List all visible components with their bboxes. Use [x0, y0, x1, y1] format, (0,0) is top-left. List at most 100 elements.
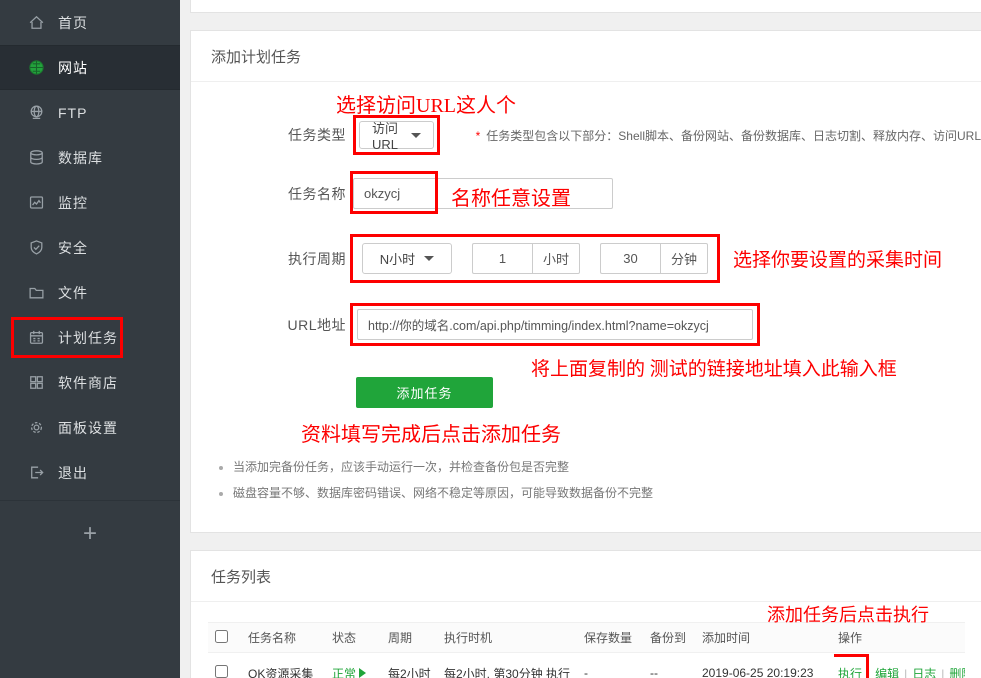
table-header-row: 任务名称 状态 周期 执行时机 保存数量 备份到 添加时间 操作	[208, 623, 965, 653]
task-table: 任务名称 状态 周期 执行时机 保存数量 备份到 添加时间 操作 OK资源采集 …	[208, 622, 965, 678]
task-type-select[interactable]: 访问URL	[359, 121, 434, 149]
tip-item: 磁盘容量不够、数据库密码错误、网络不稳定等原因，可能导致数据备份不完整	[233, 480, 981, 506]
gear-icon	[27, 419, 45, 437]
hour-addon: 小时	[532, 243, 580, 274]
sidebar-item-cron[interactable]: 计划任务	[0, 315, 180, 360]
appstore-icon	[27, 374, 45, 392]
annotation-box-url	[350, 303, 760, 346]
annotation-box-period: N小时 小时 分钟	[350, 234, 720, 283]
col-actions: 操作	[834, 623, 965, 653]
tip-item: 当添加完备份任务，应该手动运行一次，并检查备份包是否完整	[233, 454, 981, 480]
sidebar-divider	[0, 500, 180, 501]
added-time-cell: 2019-06-25 20:19:23	[698, 653, 834, 678]
keep-cell: -	[580, 653, 646, 678]
run-link[interactable]: 执行	[838, 667, 862, 678]
add-task-button[interactable]: 添加任务	[356, 377, 493, 408]
sidebar-item-database[interactable]: 数据库	[0, 135, 180, 180]
play-icon	[359, 668, 366, 678]
period-row: 执行周期 N小时 小时 分钟 选择你要设置的采集时间	[191, 234, 981, 283]
minute-addon: 分钟	[660, 243, 708, 274]
sidebar-item-label: 软件商店	[58, 373, 118, 393]
sidebar-item-home[interactable]: 首页	[0, 0, 180, 45]
delete-link[interactable]: 删除	[949, 667, 965, 678]
period-cell: 每2小时	[384, 653, 440, 678]
add-task-title: 添加计划任务	[191, 31, 981, 82]
annotation-box-type: 访问URL	[353, 115, 440, 155]
monitor-icon	[27, 194, 45, 212]
url-input[interactable]	[357, 309, 753, 340]
sidebar-item-label: FTP	[58, 105, 87, 121]
sidebar-item-label: 网站	[58, 58, 88, 78]
sidebar-item-label: 计划任务	[58, 328, 118, 348]
task-type-label: 任务类型	[191, 125, 346, 145]
task-name-cell: OK资源采集	[244, 653, 328, 678]
sidebar-item-settings[interactable]: 面板设置	[0, 405, 180, 450]
folder-icon	[27, 284, 45, 302]
sidebar-item-label: 文件	[58, 283, 88, 303]
task-name-input[interactable]	[353, 178, 613, 209]
sidebar-item-label: 数据库	[58, 148, 103, 168]
task-name-row: 任务名称 名称任意设置	[191, 178, 981, 209]
sidebar-item-website[interactable]: 网站	[0, 45, 180, 90]
task-list-card: 任务列表 添加任务后点击执行 任务名称 状态 周期 执行时机 保存数量 备份到 …	[190, 550, 981, 678]
logout-icon	[27, 464, 45, 482]
period-unit-select[interactable]: N小时	[362, 243, 452, 274]
url-label: URL地址	[191, 315, 346, 335]
row-checkbox[interactable]	[215, 665, 228, 678]
col-backup-to: 备份到	[646, 623, 698, 653]
col-name: 任务名称	[244, 623, 328, 653]
annotation-submit: 资料填写完成后点击添加任务	[301, 418, 981, 444]
sidebar-item-label: 面板设置	[58, 418, 118, 438]
period-hour-input[interactable]	[472, 243, 532, 274]
status-badge: 正常	[332, 665, 380, 678]
sidebar-item-monitor[interactable]: 监控	[0, 180, 180, 225]
annotation-url: 将上面复制的 测试的链接地址填入此输入框	[531, 354, 981, 376]
add-menu-button[interactable]: +	[0, 511, 180, 556]
sidebar-item-files[interactable]: 文件	[0, 270, 180, 315]
backup-to-cell: --	[646, 653, 698, 678]
submit-row: 添加任务	[191, 376, 981, 408]
url-row: URL地址	[191, 303, 981, 346]
table-row: OK资源采集 正常 每2小时 每2小时, 第30分钟 执行 - -- 2019-…	[208, 653, 965, 678]
task-list-title: 任务列表	[191, 551, 981, 602]
timing-cell: 每2小时, 第30分钟 执行	[440, 653, 580, 678]
ftp-icon	[27, 104, 45, 122]
col-timing: 执行时机	[440, 623, 580, 653]
main-content: 添加计划任务 选择访问URL这人个 任务类型 访问URL *任务类型包含以下部分…	[180, 0, 981, 678]
actions-cell: 执行 |编辑|日志|删除	[834, 653, 965, 678]
sidebar-item-label: 监控	[58, 193, 88, 213]
sidebar-item-ftp[interactable]: FTP	[0, 90, 180, 135]
period-minute-input[interactable]	[600, 243, 660, 274]
annotation-period: 选择你要设置的采集时间	[733, 245, 942, 272]
annotation-type: 选择访问URL这人个	[336, 89, 981, 113]
security-icon	[27, 239, 45, 257]
col-status: 状态	[328, 623, 384, 653]
home-icon	[27, 14, 45, 32]
sidebar-item-appstore[interactable]: 软件商店	[0, 360, 180, 405]
col-period: 周期	[384, 623, 440, 653]
add-task-card: 添加计划任务 选择访问URL这人个 任务类型 访问URL *任务类型包含以下部分…	[190, 30, 981, 533]
col-added: 添加时间	[698, 623, 834, 653]
sidebar: 首页 网站 FTP 数据库 监控 安全 文件	[0, 0, 180, 678]
edit-link[interactable]: 编辑	[875, 667, 899, 678]
tips-list: 当添加完备份任务，应该手动运行一次，并检查备份包是否完整 磁盘容量不够、数据库密…	[221, 454, 981, 532]
period-label: 执行周期	[191, 249, 346, 269]
calendar-icon	[27, 329, 45, 347]
task-type-row: 任务类型 访问URL *任务类型包含以下部分：Shell脚本、备份网站、备份数据…	[191, 115, 981, 155]
sidebar-item-label: 安全	[58, 238, 88, 258]
col-keep: 保存数量	[580, 623, 646, 653]
log-link[interactable]: 日志	[912, 667, 936, 678]
database-icon	[27, 149, 45, 167]
task-name-label: 任务名称	[191, 184, 346, 204]
chevron-down-icon	[424, 256, 434, 261]
sidebar-item-label: 首页	[58, 13, 88, 33]
sidebar-item-logout[interactable]: 退出	[0, 450, 180, 495]
sidebar-item-label: 退出	[58, 463, 88, 483]
annotation-run: 添加任务后点击执行	[767, 601, 929, 627]
select-all-checkbox[interactable]	[215, 630, 228, 643]
chevron-down-icon	[411, 133, 421, 138]
task-type-note: *任务类型包含以下部分：Shell脚本、备份网站、备份数据库、日志切割、释放内存…	[476, 127, 981, 144]
website-icon	[27, 59, 45, 77]
sidebar-item-security[interactable]: 安全	[0, 225, 180, 270]
previous-card-edge	[190, 0, 981, 13]
